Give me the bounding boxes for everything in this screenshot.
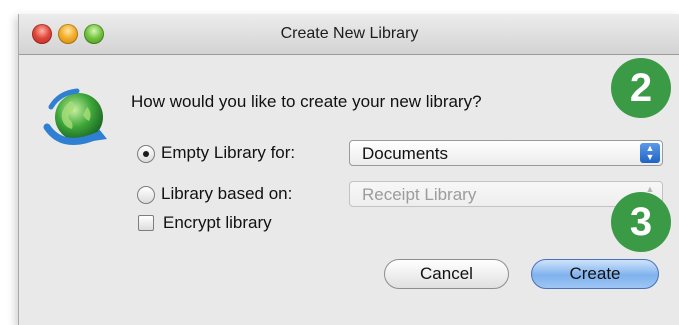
based-on-library-radio[interactable]	[137, 186, 155, 204]
based-on-library-value: Receipt Library	[362, 185, 477, 204]
based-on-library-label[interactable]: Library based on:	[161, 184, 292, 204]
title-bar: Create New Library	[19, 14, 679, 55]
encrypt-library-checkbox[interactable]	[138, 215, 154, 231]
empty-library-label[interactable]: Empty Library for:	[161, 143, 295, 163]
step-badge-2: 2	[611, 58, 671, 118]
creation-question: How would you like to create your new li…	[131, 92, 482, 111]
empty-library-radio[interactable]	[137, 145, 155, 163]
based-on-library-select: Receipt Library ▲▼	[349, 181, 663, 207]
empty-library-type-value: Documents	[362, 144, 448, 163]
create-button[interactable]: Create	[531, 259, 659, 289]
up-down-arrows-icon: ▲▼	[640, 143, 660, 163]
window-title: Create New Library	[280, 25, 419, 42]
encrypt-library-label[interactable]: Encrypt library	[163, 213, 272, 233]
empty-library-type-select[interactable]: Documents ▲ ▼	[349, 140, 663, 166]
cancel-button[interactable]: Cancel	[384, 259, 509, 289]
radio-selected-dot	[143, 151, 149, 157]
step-badge-3: 3	[611, 192, 671, 252]
globe-sync-icon	[43, 88, 107, 145]
create-library-dialog: Create New Library How would you like to…	[18, 14, 679, 325]
